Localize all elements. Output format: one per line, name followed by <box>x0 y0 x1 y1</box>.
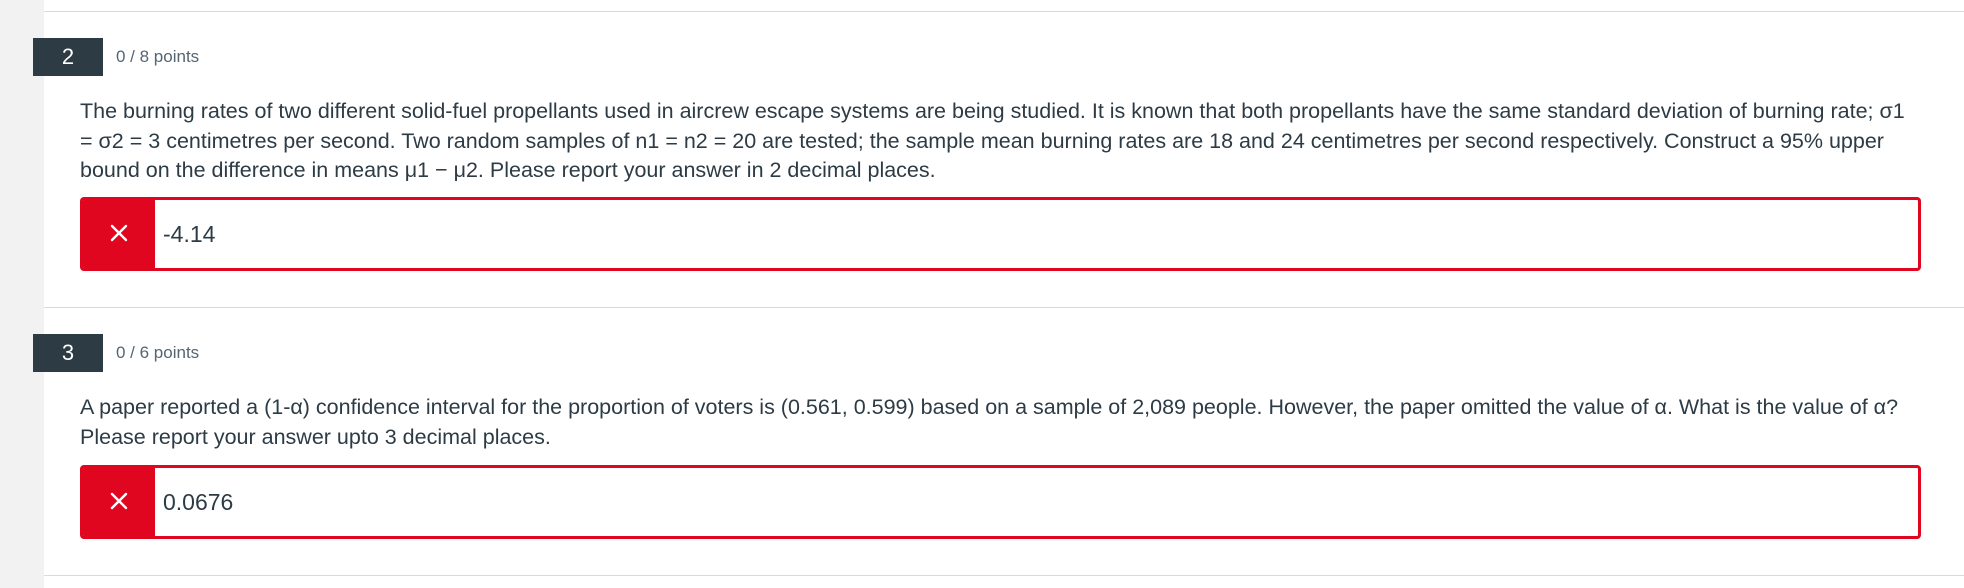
submitted-answer: -4.14 <box>163 221 216 247</box>
question-divider <box>44 11 1964 12</box>
answer-box-incorrect: -4.14 <box>80 197 1921 271</box>
submitted-answer: 0.0676 <box>163 489 234 515</box>
question-divider <box>44 575 1964 576</box>
question-number-badge: 2 <box>33 38 103 76</box>
x-icon <box>110 224 128 242</box>
answer-box-incorrect: 0.0676 <box>80 465 1921 539</box>
question-divider <box>44 307 1964 308</box>
question-points: 0 / 8 points <box>116 47 200 66</box>
question-text: The burning rates of two different solid… <box>80 99 1905 182</box>
x-icon <box>110 492 128 510</box>
incorrect-marker <box>83 200 155 268</box>
question-text: A paper reported a (1-α) confidence inte… <box>80 395 1899 449</box>
question-number-badge: 3 <box>33 334 103 372</box>
question-points: 0 / 6 points <box>116 343 200 362</box>
incorrect-marker <box>83 468 155 536</box>
